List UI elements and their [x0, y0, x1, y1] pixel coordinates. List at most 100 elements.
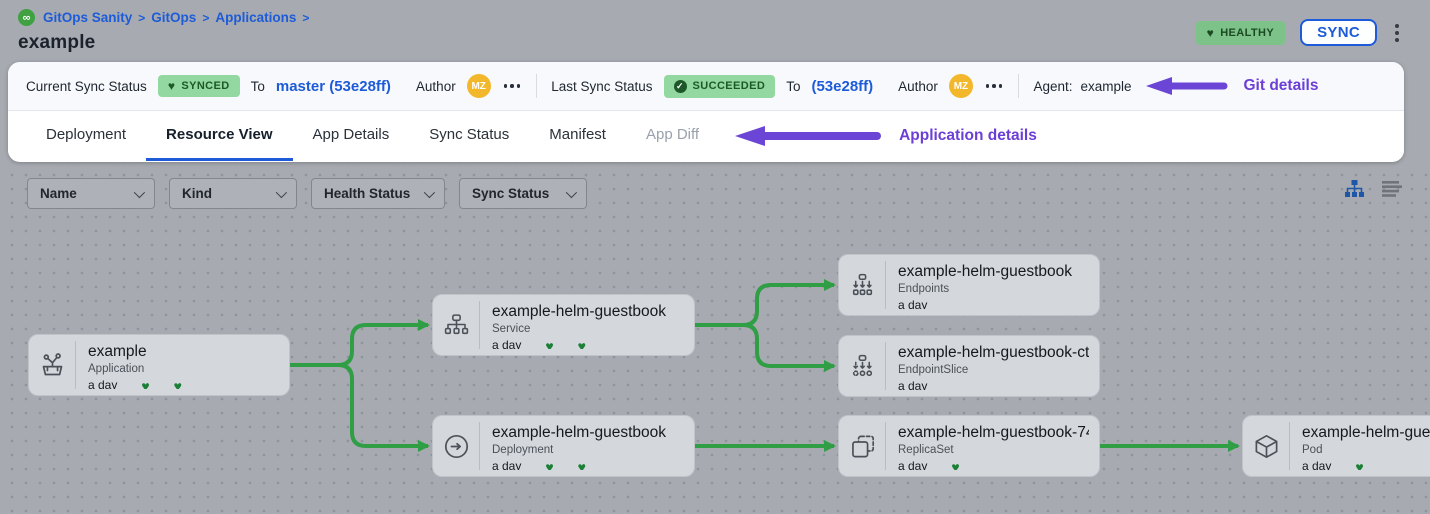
resource-node-replicaset[interactable]: example-helm-guestbook-74...ReplicaSet a … [838, 415, 1100, 477]
service-icon [433, 295, 479, 355]
node-meta: a day♥ [898, 459, 1089, 470]
synced-badge: ♥ SYNCED [158, 75, 240, 97]
endpointslice-icon [839, 336, 885, 396]
agent-group: Agent: example [1033, 79, 1131, 94]
commit-details-ellipsis-icon[interactable] [984, 82, 1005, 90]
node-age: a day [1302, 459, 1331, 470]
more-actions-kebab-icon[interactable] [1392, 21, 1402, 45]
resource-node-endpoints[interactable]: example-helm-guestbookEndpointsa day [838, 254, 1100, 316]
resource-node-application[interactable]: exampleApplicationa day♥♥ [28, 334, 290, 396]
health-heart-icon: ♥ [141, 379, 149, 390]
current-sync-status-group: Current Sync Status ♥ SYNCED To master (… [26, 74, 522, 98]
breadcrumb-item-applications[interactable]: Applications [215, 10, 296, 25]
succeeded-badge: ✓ SUCCEEDED [664, 75, 776, 98]
filter-label: Kind [182, 186, 212, 201]
heart-icon: ♥ [168, 80, 176, 92]
gitops-logo-icon: ∞ [18, 9, 35, 26]
breadcrumb-separator-icon: > [138, 11, 145, 25]
tab-manifest[interactable]: Manifest [529, 111, 626, 161]
resource-node-deployment[interactable]: example-helm-guestbookDeploymenta day♥♥ [432, 415, 695, 477]
app-details-panel: Current Sync Status ♥ SYNCED To master (… [8, 62, 1404, 162]
filter-label: Name [40, 186, 77, 201]
current-commit-link[interactable]: master (53e28ff) [276, 78, 391, 95]
heart-icon: ♥ [1207, 27, 1215, 39]
node-meta: a day♥♥ [492, 338, 684, 349]
filter-sync-status[interactable]: Sync Status [459, 178, 587, 209]
edge-service-to-endpoints [695, 285, 834, 325]
divider [1018, 74, 1019, 98]
current-sync-status-label: Current Sync Status [26, 79, 147, 94]
list-view-icon[interactable] [1382, 180, 1402, 197]
check-circle-icon: ✓ [674, 80, 687, 93]
node-age: a day [898, 459, 927, 470]
breadcrumb-separator-icon: > [302, 11, 309, 25]
health-heart-icon: ♥ [174, 379, 182, 390]
replicaset-icon [839, 416, 885, 476]
last-sync-status-label: Last Sync Status [551, 79, 652, 94]
node-kind: ReplicaSet [898, 443, 1089, 457]
author-avatar[interactable]: MZ [467, 74, 491, 98]
endpoints-icon [839, 255, 885, 315]
node-body: example-helm-guestbookEndpointsa day [885, 261, 1099, 309]
node-kind: Deployment [492, 443, 684, 457]
node-body: exampleApplicationa day♥♥ [75, 341, 289, 389]
tab-sync-status[interactable]: Sync Status [409, 111, 529, 161]
last-commit-link[interactable]: (53e28ff) [811, 78, 873, 95]
synced-badge-label: SYNCED [181, 80, 229, 92]
deployment-icon [433, 416, 479, 476]
node-body: example-helm-guestPod a day♥ [1289, 422, 1430, 470]
node-meta: a day ♥ ♥ [88, 378, 279, 389]
node-age: a day [88, 378, 117, 389]
tab-resource-view[interactable]: Resource View [146, 111, 292, 161]
git-details-annotation: Git details [1144, 76, 1319, 96]
resource-node-service[interactable]: example-helm-guestbookServicea day♥♥ [432, 294, 695, 356]
node-title: example [88, 342, 279, 361]
application-details-annotation-text: Application details [899, 127, 1037, 145]
node-meta: a day♥ [1302, 459, 1430, 470]
breadcrumb-item-gitops-sanity[interactable]: GitOps Sanity [43, 10, 132, 25]
breadcrumb-item-gitops[interactable]: GitOps [151, 10, 196, 25]
node-title: example-helm-guestbook-74... [898, 423, 1089, 442]
node-title: example-helm-guest [1302, 423, 1430, 442]
resource-node-pod[interactable]: example-helm-guestPod a day♥ [1242, 415, 1430, 477]
node-kind: Pod [1302, 443, 1430, 457]
chevron-down-icon [424, 186, 435, 197]
resource-canvas[interactable]: Name Kind Health Status Sync Status example… [0, 162, 1430, 514]
application-details-annotation: Application details [733, 111, 1037, 161]
agent-label: Agent: [1033, 79, 1072, 94]
breadcrumb-separator-icon: > [202, 11, 209, 25]
author-avatar[interactable]: MZ [949, 74, 973, 98]
commit-details-ellipsis-icon[interactable] [502, 82, 523, 90]
node-body: example-helm-guestbook-74...ReplicaSet a … [885, 422, 1099, 470]
filter-health-status[interactable]: Health Status [311, 178, 445, 209]
to-label: To [251, 79, 265, 94]
node-age: a day [898, 298, 927, 309]
node-body: example-helm-guestbookDeploymenta day♥♥ [479, 422, 694, 470]
application-icon [29, 335, 75, 395]
node-age: a day [492, 459, 521, 470]
filter-name[interactable]: Name [27, 178, 155, 209]
sync-button[interactable]: SYNC [1300, 19, 1377, 46]
tab-app-diff[interactable]: App Diff [626, 111, 719, 161]
chevron-down-icon [566, 186, 577, 197]
to-label: To [786, 79, 800, 94]
node-body: example-helm-guestbookServicea day♥♥ [479, 301, 694, 349]
tab-bar: DeploymentResource ViewApp DetailsSync S… [8, 111, 1404, 161]
tree-view-icon[interactable] [1345, 180, 1364, 197]
divider [536, 74, 537, 98]
tab-app-details[interactable]: App Details [293, 111, 410, 161]
health-heart-icon: ♥ [545, 339, 553, 350]
filter-label: Sync Status [472, 186, 549, 201]
node-title: example-helm-guestbook-ct... [898, 343, 1089, 362]
chevron-down-icon [134, 186, 145, 197]
tab-deployment[interactable]: Deployment [26, 111, 146, 161]
node-title: example-helm-guestbook [492, 302, 684, 321]
node-title: example-helm-guestbook [492, 423, 684, 442]
node-title: example-helm-guestbook [898, 262, 1089, 281]
resource-node-endpointslice[interactable]: example-helm-guestbook-ct...EndpointSlic… [838, 335, 1100, 397]
node-body: example-helm-guestbook-ct...EndpointSlic… [885, 342, 1099, 390]
left-arrow-icon [733, 125, 881, 147]
node-kind: EndpointSlice [898, 363, 1089, 377]
filter-kind[interactable]: Kind [169, 178, 297, 209]
agent-value: example [1080, 79, 1131, 94]
